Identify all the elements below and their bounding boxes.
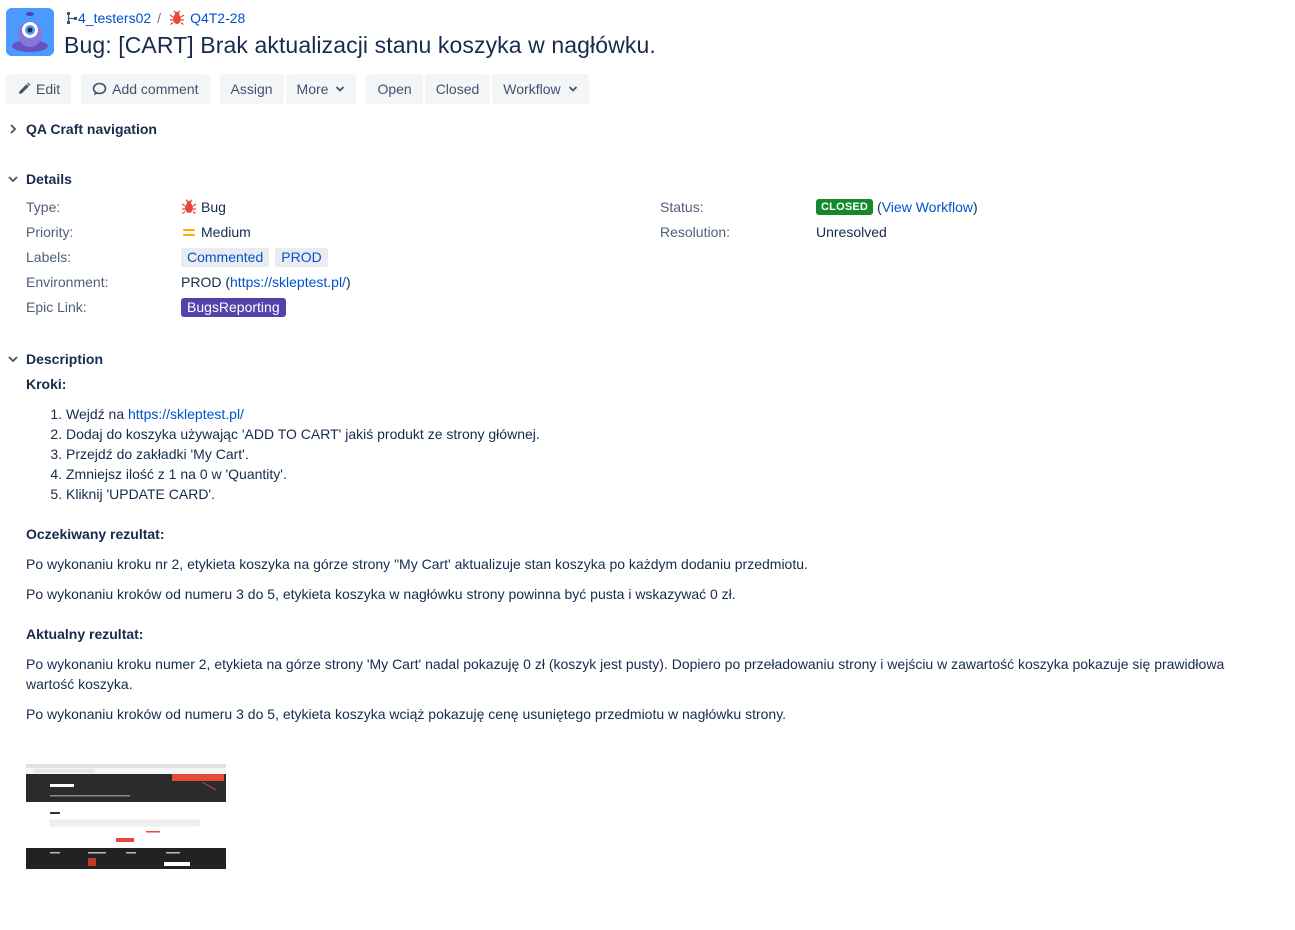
list-item: Zmniejsz ilość z 1 na 0 w 'Quantity'. [66,464,540,484]
attachment-screenshot-thumbnail[interactable] [26,764,226,869]
pencil-icon [19,82,31,94]
list-item: Przejdź do zakładki 'My Cart'. [66,444,540,464]
expected-result-paragraph-1: Po wykonaniu kroku nr 2, etykieta koszyk… [26,556,808,572]
add-comment-button-label: Add comment [112,81,199,97]
resolution-label: Resolution: [660,224,731,240]
details-section-toggle[interactable]: Details [6,171,72,187]
workflow-dropdown-button[interactable]: Workflow [492,74,589,104]
label-chip-commented[interactable]: Commented [181,248,270,267]
epic-link-label: Epic Link: [26,299,87,315]
open-button-label: Open [377,81,412,97]
bug-icon [181,199,197,214]
environment-label: Environment: [26,274,109,290]
resolution-value: Unresolved [816,224,887,240]
actual-result-paragraph-1: Po wykonaniu kroku numer 2, etykieta na … [26,656,1225,692]
list-item: Wejdź na https://skleptest.pl/ [66,404,540,424]
project-avatar[interactable] [6,8,54,56]
priority-medium-icon [183,229,195,236]
details-heading: Details [26,171,72,187]
qa-craft-navigation-heading: QA Craft navigation [26,121,157,137]
description-heading: Description [26,351,104,367]
actual-result-paragraph-2: Po wykonaniu kroków od numeru 3 do 5, et… [26,706,787,722]
labels-value: Commented PROD [181,248,334,267]
expected-result-paragraph-2: Po wykonaniu kroków od numeru 3 do 5, et… [26,586,736,602]
closed-button-label: Closed [435,81,480,97]
edit-button[interactable]: Edit [6,74,72,104]
breadcrumb-separator: / [157,10,162,26]
list-item: Dodaj do koszyka używając 'ADD TO CART' … [66,424,540,444]
breadcrumb-project-link[interactable]: 4_testers02 [78,10,151,26]
issue-summary-title[interactable]: Bug: [CART] Brak aktualizacji stanu kosz… [64,32,656,59]
more-button-label: More [296,81,329,97]
type-value: Bug [181,199,226,215]
steps-heading-text: Kroki: [26,376,67,392]
chevron-down-icon [568,86,577,92]
more-dropdown-button[interactable]: More [285,74,357,104]
breadcrumb-issue-key-link[interactable]: Q4T2-28 [190,10,245,26]
step-1-link[interactable]: https://skleptest.pl/ [128,406,244,422]
environment-value: PROD (https://skleptest.pl/) [181,274,351,290]
status-label: Status: [660,199,704,215]
chevron-right-icon [10,124,17,134]
priority-value: Medium [181,224,251,240]
breadcrumb: 4_testers02 / Q4T2-28 [66,10,245,26]
open-transition-button[interactable]: Open [366,74,423,104]
qa-craft-navigation-toggle[interactable]: QA Craft navigation [6,121,157,137]
status-badge: CLOSED [816,199,874,215]
status-value: CLOSED (View Workflow) [816,199,978,215]
view-workflow-close-paren: ) [973,199,978,215]
chevron-down-icon [8,356,18,363]
epic-link-badge[interactable]: BugsReporting [181,298,286,317]
assign-button-label: Assign [230,81,273,97]
screenshot-image [26,764,226,869]
environment-link[interactable]: https://skleptest.pl/ [230,274,346,290]
environment-suffix: ) [345,274,351,290]
steps-list: Wejdź na https://skleptest.pl/ Dodaj do … [26,404,540,504]
type-value-text: Bug [201,199,226,215]
project-avatar-icon [6,8,54,56]
project-tree-icon [67,12,77,24]
description-section-toggle[interactable]: Description [6,351,103,367]
environment-prefix: PROD ( [181,274,230,290]
expected-result-heading-text: Oczekiwany rezultat: [26,526,165,542]
actual-result-heading: Aktualny rezultat: [26,626,143,642]
add-comment-button[interactable]: Add comment [81,74,210,104]
workflow-button-label: Workflow [503,81,561,97]
edit-button-label: Edit [36,81,61,97]
steps-heading: Kroki: [26,376,66,392]
chevron-down-icon [336,86,345,92]
labels-label: Labels: [26,249,72,265]
assign-button[interactable]: Assign [219,74,284,104]
expected-result-heading: Oczekiwany rezultat: [26,526,165,542]
chevron-down-icon [8,176,18,183]
actual-result-heading-text: Aktualny rezultat: [26,626,144,642]
list-item: Kliknij 'UPDATE CARD'. [66,484,540,504]
view-workflow-link[interactable]: View Workflow [882,199,973,215]
label-chip-prod[interactable]: PROD [275,248,328,267]
epic-link-value: BugsReporting [181,298,286,317]
comment-icon [92,82,107,96]
step-1-prefix: Wejdź na [66,406,128,422]
priority-label: Priority: [26,224,74,240]
closed-transition-button[interactable]: Closed [424,74,491,104]
bug-icon [169,10,185,25]
type-label: Type: [26,199,61,215]
priority-value-text: Medium [201,224,251,240]
issue-toolbar: Edit Add comment Assign More Open Closed… [6,74,589,104]
